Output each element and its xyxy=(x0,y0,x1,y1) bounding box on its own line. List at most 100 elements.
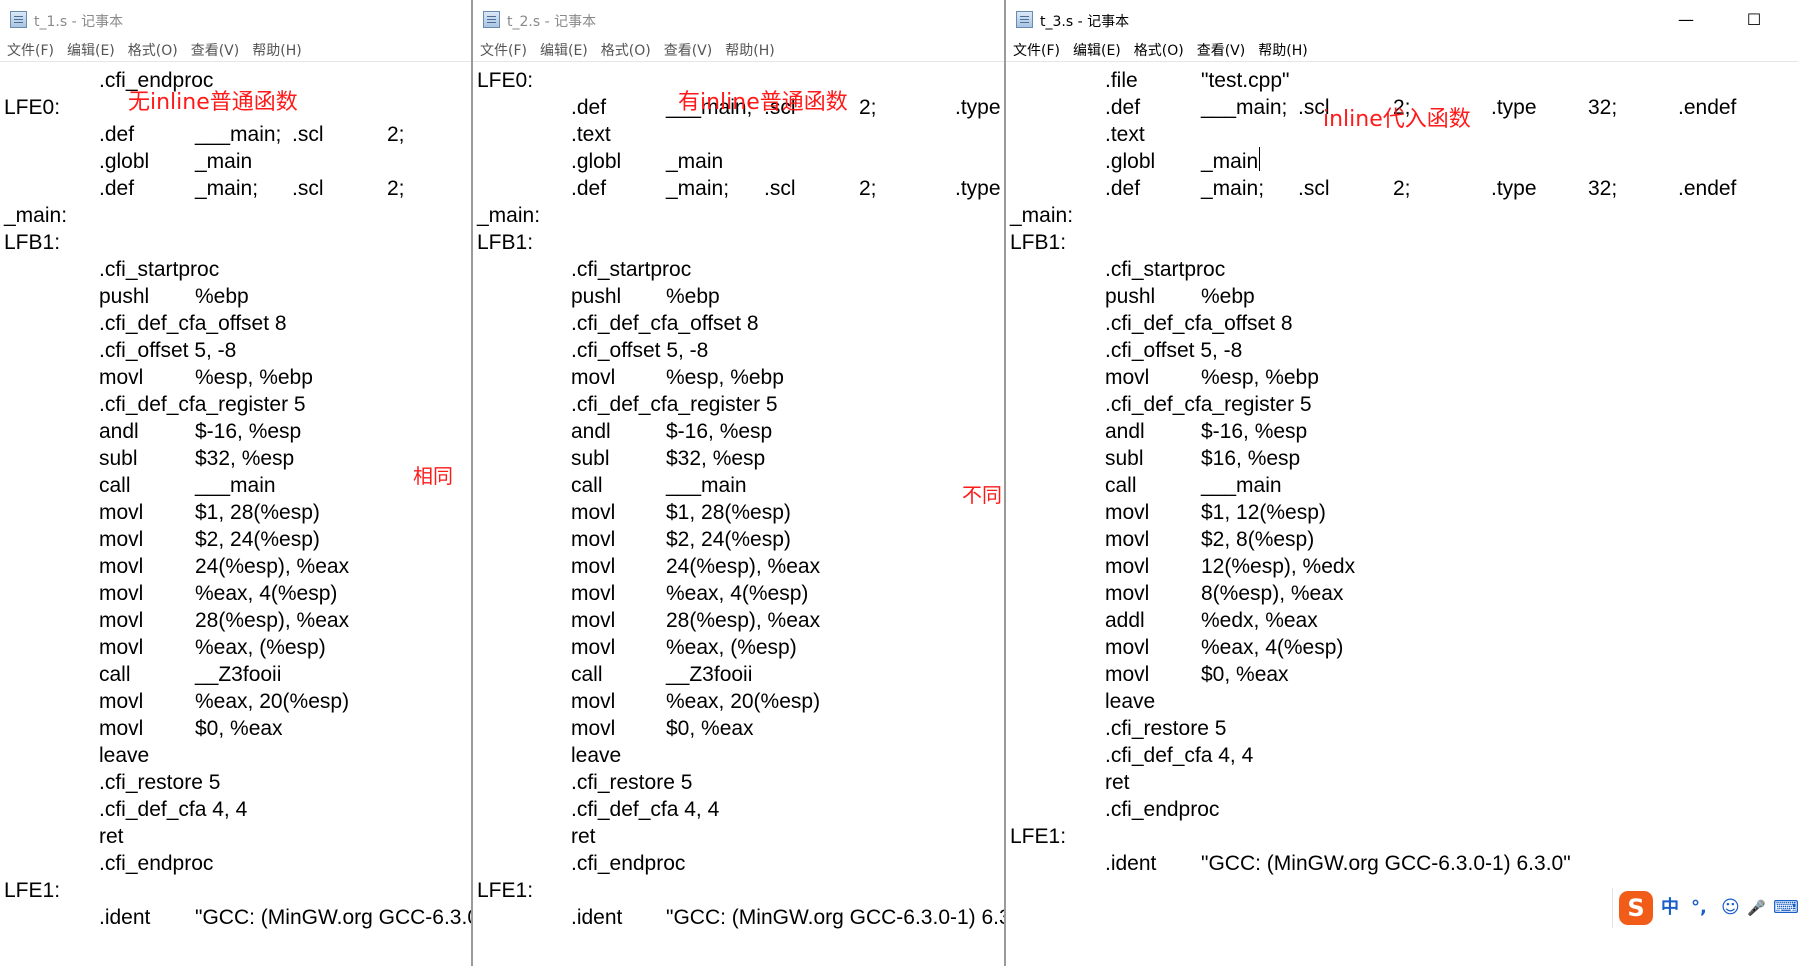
code-token: %esp, %ebp xyxy=(666,366,784,389)
code-line: LFB1: xyxy=(473,229,1005,256)
code-token: pushl xyxy=(1105,285,1156,308)
code-token: addl xyxy=(1105,609,1145,632)
code-token: movl xyxy=(571,528,616,551)
code-token: $32, %esp xyxy=(195,447,295,470)
code-token: .cfi_def_cfa 4, 4 xyxy=(1105,744,1254,767)
code-token: $-16, %esp xyxy=(666,420,773,443)
code-token: ___main xyxy=(1201,474,1282,497)
menu-help[interactable]: 帮助(H) xyxy=(252,40,301,62)
menu-edit[interactable]: 编辑(E) xyxy=(1073,40,1121,62)
title-bar[interactable]: t_3.s - 记事本 — ☐ xyxy=(1006,0,1798,40)
code-token: .def xyxy=(99,177,135,200)
menu-edit[interactable]: 编辑(E) xyxy=(67,40,115,62)
code-token: movl xyxy=(1105,366,1150,389)
notepad-window-3[interactable]: t_3.s - 记事本 — ☐ 文件(F) 编辑(E) 格式(O) 查看(V) 帮助(H… xyxy=(1006,0,1798,966)
code-label: _main: xyxy=(1010,204,1074,227)
code-line: movl %eax, 20(%esp) xyxy=(473,688,1005,715)
ime-toolbar[interactable]: S 中 °, ☺ 🎤 ⌨ xyxy=(1612,888,1798,928)
code-label: LFE0: xyxy=(4,96,61,119)
code-token: ret xyxy=(99,825,124,848)
code-token: %ebp xyxy=(666,285,720,308)
code-line: LFE1: xyxy=(0,877,472,904)
code-token: .cfi_def_cfa_register 5 xyxy=(99,393,306,416)
code-line: movl %eax, (%esp) xyxy=(473,634,1005,661)
code-token: movl xyxy=(1105,636,1150,659)
ime-language-toggle[interactable]: 中 xyxy=(1661,897,1679,919)
menu-view[interactable]: 查看(V) xyxy=(664,40,713,62)
title-bar[interactable]: t_1.s - 记事本 xyxy=(0,0,472,40)
code-token: __Z3fooii xyxy=(666,663,753,686)
code-line: .cfi_restore 5 xyxy=(1006,715,1798,742)
menu-view[interactable]: 查看(V) xyxy=(1197,40,1246,62)
code-line: movl $0, %eax xyxy=(473,715,1005,742)
sogou-logo-icon[interactable]: S xyxy=(1619,891,1653,925)
code-line: .cfi_def_cfa_register 5 xyxy=(473,391,1005,418)
window-divider xyxy=(1004,0,1006,966)
code-line: andl $-16, %esp xyxy=(473,418,1005,445)
text-editor[interactable]: .cfi_endproc LFE0: .def ___main; .scl 2; .glob… xyxy=(0,63,472,966)
code-token: .scl xyxy=(1298,177,1330,200)
maximize-button[interactable]: ☐ xyxy=(1734,6,1774,34)
keyboard-icon[interactable]: ⌨ xyxy=(1773,897,1798,919)
code-token: .endef xyxy=(1678,96,1737,119)
code-token: movl xyxy=(1105,555,1150,578)
title-bar[interactable]: t_2.s - 记事本 xyxy=(473,0,1005,40)
code-token: call xyxy=(571,663,603,686)
code-token: $0, %eax xyxy=(1201,663,1289,686)
code-token: .cfi_def_cfa 4, 4 xyxy=(571,798,720,821)
ime-punctuation-toggle[interactable]: °, xyxy=(1691,897,1707,919)
code-token: .cfi_def_cfa_register 5 xyxy=(571,393,778,416)
menu-help[interactable]: 帮助(H) xyxy=(725,40,774,62)
menu-bar: 文件(F) 编辑(E) 格式(O) 查看(V) 帮助(H) xyxy=(473,40,1005,62)
code-token: $-16, %esp xyxy=(1201,420,1308,443)
menu-format[interactable]: 格式(O) xyxy=(601,40,651,62)
code-token: _main; xyxy=(195,177,259,200)
code-token: leave xyxy=(99,744,150,767)
code-label: LFE1: xyxy=(4,879,61,902)
menu-help[interactable]: 帮助(H) xyxy=(1258,40,1307,62)
code-line: .cfi_startproc xyxy=(473,256,1005,283)
code-label: LFB1: xyxy=(4,231,61,254)
menu-edit[interactable]: 编辑(E) xyxy=(540,40,588,62)
code-line: movl %esp, %ebp xyxy=(473,364,1005,391)
code-line: subl $32, %esp xyxy=(0,445,472,472)
notepad-window-1[interactable]: t_1.s - 记事本 文件(F) 编辑(E) 格式(O) 查看(V) 帮助(H) .c… xyxy=(0,0,472,966)
code-line: leave xyxy=(0,742,472,769)
code-token: andl xyxy=(571,420,611,443)
code-token: $0, %eax xyxy=(666,717,754,740)
code-line: movl 24(%esp), %eax xyxy=(473,553,1005,580)
code-token: .ident xyxy=(1105,852,1157,875)
code-line: call ___main xyxy=(0,472,472,499)
menu-format[interactable]: 格式(O) xyxy=(1134,40,1184,62)
text-editor[interactable]: .file "test.cpp" .def ___main; .scl 2; .type 32… xyxy=(1006,63,1798,966)
menu-view[interactable]: 查看(V) xyxy=(191,40,240,62)
code-line: andl $-16, %esp xyxy=(1006,418,1798,445)
code-line: pushl %ebp xyxy=(0,283,472,310)
code-token: .cfi_def_cfa_offset 8 xyxy=(1105,312,1293,335)
code-token: %ebp xyxy=(1201,285,1255,308)
code-token: %eax, 20(%esp) xyxy=(666,690,821,713)
code-token: movl xyxy=(99,555,144,578)
text-editor[interactable]: LFE0: .def ___main; .scl 2; .type .text .globl _… xyxy=(473,63,1005,966)
minimize-button[interactable]: — xyxy=(1666,6,1706,34)
menu-file[interactable]: 文件(F) xyxy=(480,40,527,62)
code-line: pushl %ebp xyxy=(473,283,1005,310)
code-line: movl $1, 28(%esp) xyxy=(473,499,1005,526)
code-token: movl xyxy=(99,636,144,659)
menu-file[interactable]: 文件(F) xyxy=(1013,40,1060,62)
menu-file[interactable]: 文件(F) xyxy=(7,40,54,62)
code-token: .type xyxy=(1491,96,1537,119)
microphone-icon[interactable]: 🎤 xyxy=(1747,897,1766,919)
menu-format[interactable]: 格式(O) xyxy=(128,40,178,62)
notepad-window-2[interactable]: t_2.s - 记事本 文件(F) 编辑(E) 格式(O) 查看(V) 帮助(H) LF… xyxy=(473,0,1005,966)
code-token: .def xyxy=(1105,177,1141,200)
notepad-icon xyxy=(483,11,500,28)
emoji-icon[interactable]: ☺ xyxy=(1721,897,1740,919)
code-token: subl xyxy=(1105,447,1144,470)
code-line: movl $0, %eax xyxy=(1006,661,1798,688)
code-token: "GCC: (MinGW.org GCC-6.3.0-1) 6.3.0" xyxy=(195,906,472,929)
code-token: _main xyxy=(666,150,724,173)
code-token: movl xyxy=(1105,501,1150,524)
code-token: leave xyxy=(1105,690,1156,713)
code-token: movl xyxy=(99,717,144,740)
